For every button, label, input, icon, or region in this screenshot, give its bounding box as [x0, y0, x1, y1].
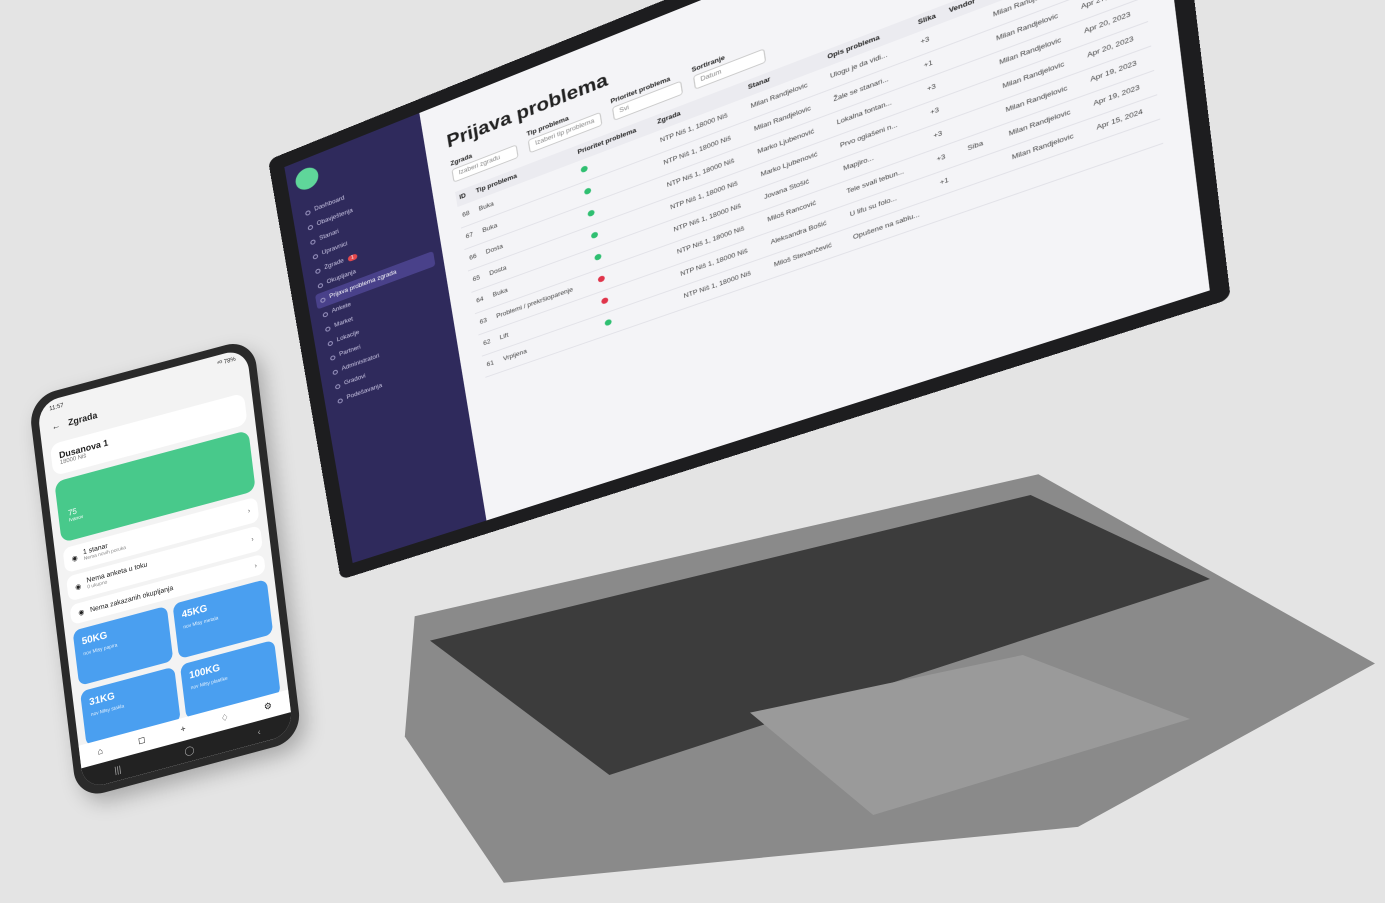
phone-body: 11:57 ⁴ᴳ 78% ← Zgrada Dusanova 1 18000 N…: [28, 338, 302, 800]
nav-icon[interactable]: +: [180, 723, 186, 735]
phone-screen: 11:57 ⁴ᴳ 78% ← Zgrada Dusanova 1 18000 N…: [37, 348, 294, 790]
chevron-right-icon: ›: [254, 562, 257, 569]
chevron-right-icon: ›: [248, 508, 251, 515]
phone: 11:57 ⁴ᴳ 78% ← Zgrada Dusanova 1 18000 N…: [20, 338, 338, 804]
sidebar-item-icon: [325, 326, 331, 332]
phone-header-title: Zgrada: [67, 410, 97, 428]
priority-dot-icon: [580, 165, 588, 173]
sidebar-item-icon: [305, 209, 311, 216]
sidebar-item-icon: [307, 224, 313, 231]
priority-dot-icon: [604, 319, 612, 327]
priority-dot-icon: [594, 253, 602, 261]
system-nav-icon[interactable]: |||: [114, 764, 122, 776]
sidebar-item-icon: [317, 282, 323, 288]
system-nav-icon[interactable]: ◯: [184, 744, 195, 757]
nav-icon[interactable]: ⌂: [97, 746, 104, 758]
row-icon: ◉: [71, 553, 78, 562]
problems-table: ID Tip problema Prioritet problema Zgrada St…: [455, 0, 1163, 378]
system-nav-icon[interactable]: ‹: [257, 727, 261, 738]
laptop-screen-area: Dashboard Obavještenja Stanari Upravnici Zgr…: [238, 40, 1058, 580]
nav-icon[interactable]: ◻: [137, 734, 146, 747]
status-icons: ⁴ᴳ 78%: [217, 357, 236, 368]
sidebar-item-icon: [320, 297, 326, 303]
row-icon: ◉: [78, 608, 85, 617]
app-logo: [294, 164, 320, 193]
row-icon: ◉: [75, 582, 82, 591]
chevron-right-icon: ›: [251, 536, 254, 543]
priority-dot-icon: [583, 187, 591, 195]
priority-dot-icon: [590, 231, 598, 239]
priority-dot-icon: [597, 275, 605, 283]
sidebar-item-badge: 1: [348, 253, 358, 262]
sidebar-item-icon: [315, 268, 321, 274]
laptop-screen: Dashboard Obavještenja Stanari Upravnici Zgr…: [268, 0, 1231, 580]
sidebar-item-icon: [322, 311, 328, 317]
sidebar-item-icon: [312, 253, 318, 259]
status-time: 11:57: [49, 403, 64, 413]
sidebar-item-icon: [310, 238, 316, 245]
nav-icon[interactable]: ⚙: [263, 700, 272, 713]
main-content: Prijava problema Zgrada Izaberi zgradu T…: [419, 0, 1209, 520]
priority-dot-icon: [600, 297, 608, 305]
priority-dot-icon: [587, 209, 595, 217]
back-arrow-icon[interactable]: ←: [51, 420, 61, 432]
nav-icon[interactable]: ♢: [220, 712, 229, 725]
sidebar-item-icon: [337, 397, 343, 403]
